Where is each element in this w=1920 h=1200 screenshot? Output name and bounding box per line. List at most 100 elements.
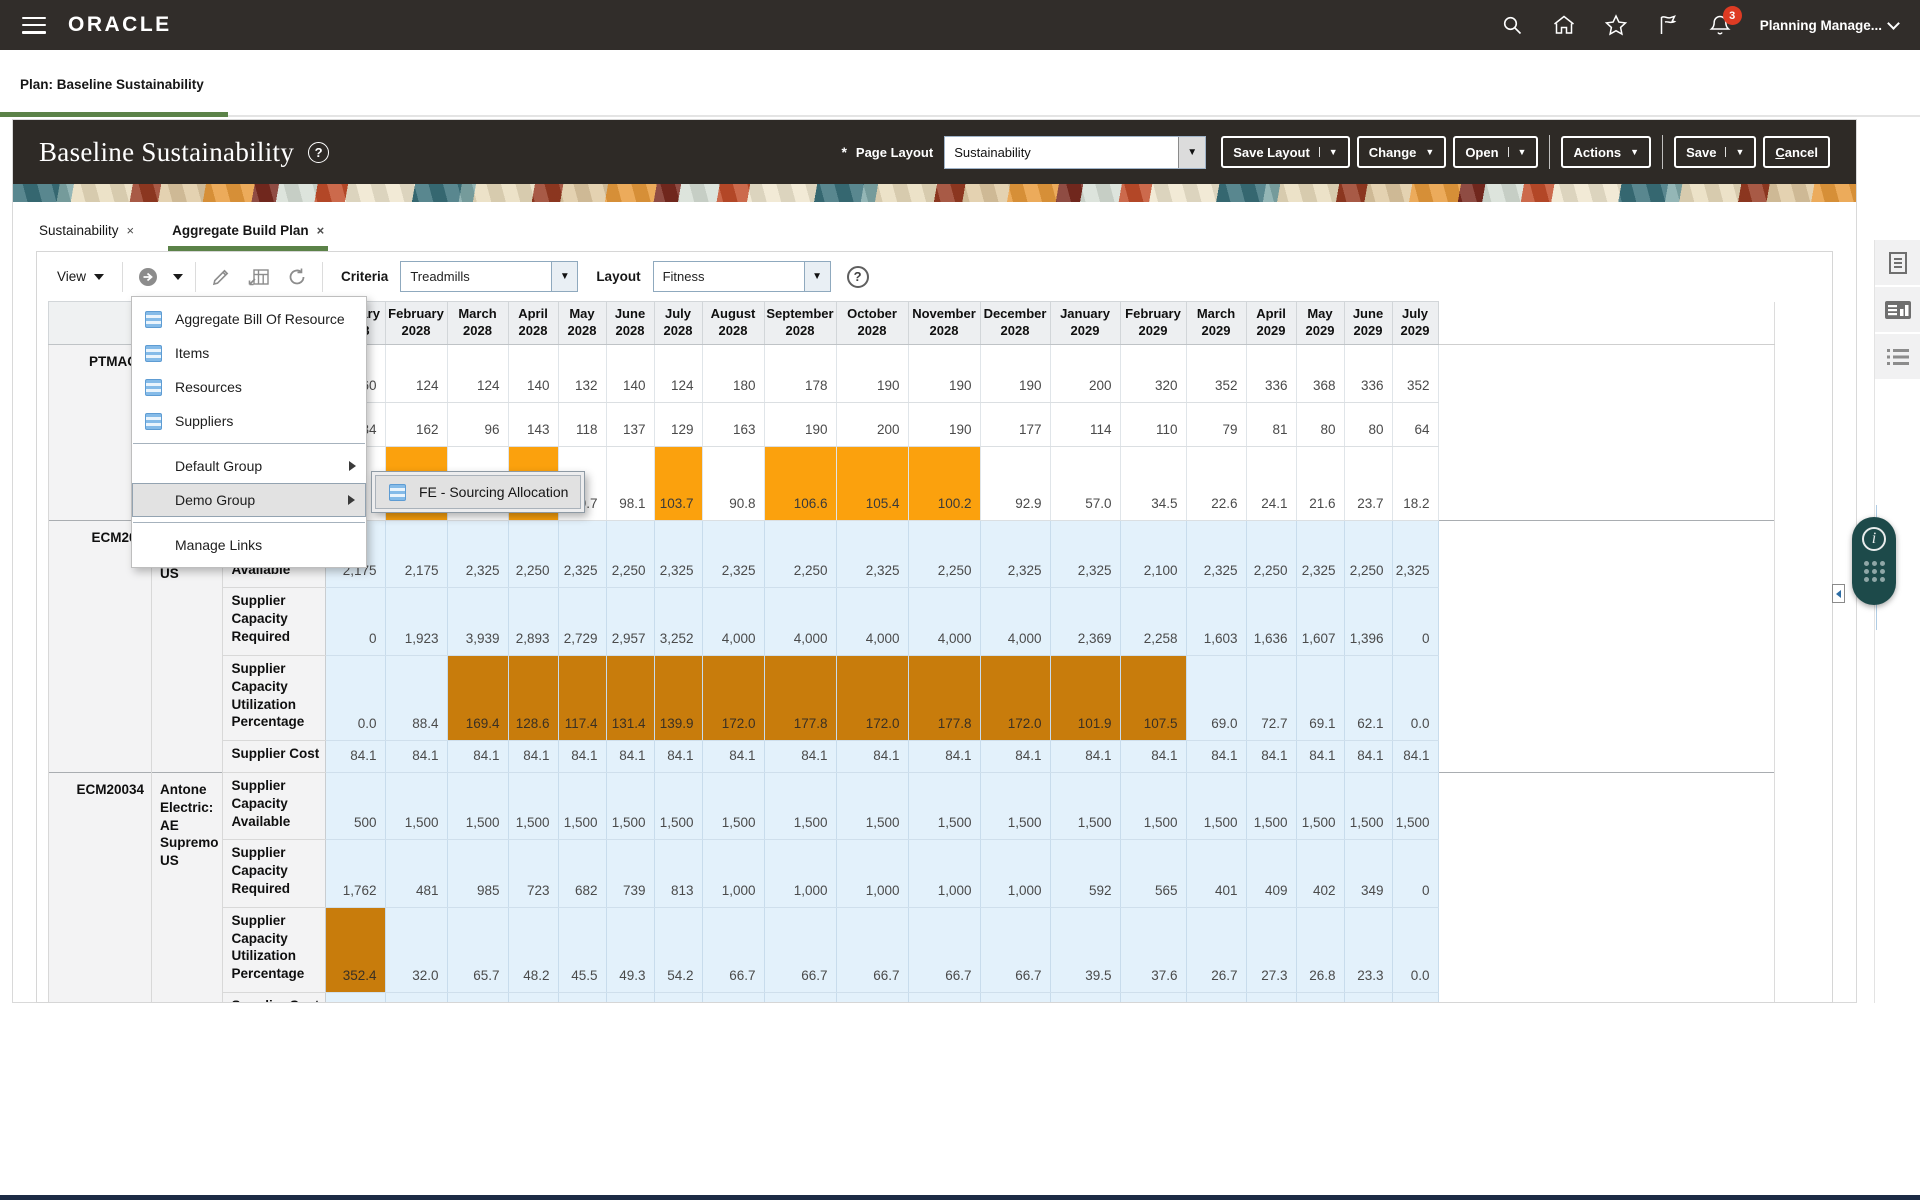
cell-measure-label[interactable]: Supplier Capacity Available — [222, 772, 325, 839]
cell-value[interactable]: 32.0 — [385, 907, 447, 992]
cell-value[interactable]: 1,500 — [1344, 772, 1392, 839]
cell-value[interactable]: 1,500 — [558, 772, 606, 839]
panel-collapse-handle[interactable] — [1832, 584, 1845, 603]
cell-value[interactable]: 92.0 — [1392, 993, 1438, 1003]
cell-value[interactable]: 92.0 — [447, 993, 508, 1003]
cell-value[interactable]: 131.4 — [606, 655, 654, 740]
cell-value[interactable]: 1,000 — [702, 840, 764, 907]
cell-value[interactable]: 162 — [385, 403, 447, 447]
cell-value[interactable]: 84.1 — [385, 741, 447, 773]
cell-value[interactable]: 92.9 — [980, 447, 1050, 521]
cell-value[interactable]: 180 — [702, 345, 764, 403]
favorites-star-icon[interactable] — [1604, 13, 1628, 37]
cell-value[interactable]: 39.5 — [1050, 907, 1120, 992]
cell-value[interactable]: 592 — [1050, 840, 1120, 907]
cell-value[interactable]: 172.0 — [980, 655, 1050, 740]
cell-value[interactable]: 2,369 — [1050, 588, 1120, 655]
view-menu-button[interactable]: View — [51, 269, 110, 284]
cell-measure-label[interactable]: Supplier Capacity Required — [222, 588, 325, 655]
cell-value[interactable]: 4,000 — [980, 588, 1050, 655]
column-header-month[interactable]: March2028 — [447, 302, 508, 345]
tab-aggregate-build-plan[interactable]: Aggregate Build Plan× — [168, 214, 328, 251]
change-button[interactable]: Change▼ — [1357, 136, 1447, 168]
cell-value[interactable]: 128.6 — [508, 655, 558, 740]
menu-item-aggregate-bill-of-resource[interactable]: Aggregate Bill Of Resource — [132, 302, 366, 336]
cell-value[interactable]: 84.1 — [1392, 741, 1438, 773]
cell-value[interactable]: 2,957 — [606, 588, 654, 655]
save-button[interactable]: Save▼ — [1674, 136, 1756, 168]
cell-measure-label[interactable]: Supplier Capacity Utilization Percentage — [222, 655, 325, 740]
cell-value[interactable]: 92.0 — [606, 993, 654, 1003]
cell-value[interactable]: 0 — [325, 588, 385, 655]
cell-value[interactable]: 172.0 — [836, 655, 908, 740]
cell-value[interactable]: 2,325 — [1296, 521, 1344, 588]
cell-value[interactable]: 402 — [1296, 840, 1344, 907]
cell-value[interactable]: 65.7 — [447, 907, 508, 992]
cell-value[interactable]: 2,325 — [836, 521, 908, 588]
tab-sustainability[interactable]: Sustainability× — [35, 214, 138, 251]
cell-value[interactable]: 117.4 — [558, 655, 606, 740]
cell-value[interactable]: 1,500 — [1392, 772, 1438, 839]
cell-value[interactable]: 1,396 — [1344, 588, 1392, 655]
cell-value[interactable]: 48.2 — [508, 907, 558, 992]
cell-value[interactable]: 813 — [654, 840, 702, 907]
side-panel-document-icon[interactable] — [1875, 240, 1920, 285]
cell-value[interactable]: 84.1 — [764, 741, 836, 773]
cell-value[interactable]: 2,250 — [764, 521, 836, 588]
cell-value[interactable]: 69.1 — [1296, 655, 1344, 740]
save-layout-button[interactable]: Save Layout▼ — [1221, 136, 1350, 168]
cell-value[interactable]: 81 — [1246, 403, 1296, 447]
column-header-month[interactable]: January2029 — [1050, 302, 1120, 345]
page-layout-dropdown-arrow[interactable]: ▼ — [1178, 137, 1205, 168]
cell-value[interactable]: 4,000 — [764, 588, 836, 655]
cell-value[interactable]: 1,500 — [1186, 772, 1246, 839]
cell-value[interactable]: 1,500 — [1050, 772, 1120, 839]
cell-value[interactable]: 368 — [1296, 345, 1344, 403]
cell-value[interactable]: 1,603 — [1186, 588, 1246, 655]
cell-value[interactable]: 92.0 — [385, 993, 447, 1003]
actions-dropdown-arrow[interactable]: ▼ — [1630, 147, 1639, 157]
cell-value[interactable]: 409 — [1246, 840, 1296, 907]
cell-value[interactable]: 190 — [980, 345, 1050, 403]
cell-value[interactable]: 2,325 — [1050, 521, 1120, 588]
cell-value[interactable]: 92.0 — [764, 993, 836, 1003]
cell-value[interactable]: 80 — [1296, 403, 1344, 447]
cell-value[interactable]: 2,250 — [1344, 521, 1392, 588]
drill-icon[interactable] — [135, 264, 161, 290]
cell-value[interactable]: 200 — [1050, 345, 1120, 403]
layout-select[interactable]: Fitness ▼ — [653, 261, 831, 292]
cell-value[interactable]: 92.0 — [836, 993, 908, 1003]
drill-dropdown-caret-icon[interactable] — [173, 274, 183, 280]
drag-dots-icon[interactable] — [1864, 561, 1885, 582]
cell-value[interactable]: 98.1 — [606, 447, 654, 521]
cell-measure-label[interactable]: Supplier Capacity Utilization Percentage — [222, 907, 325, 992]
cell-value[interactable]: 0.0 — [1392, 907, 1438, 992]
toolbar-help-icon[interactable]: ? — [847, 266, 869, 288]
column-header-month[interactable]: April2028 — [508, 302, 558, 345]
plan-tab[interactable]: Plan: Baseline Sustainability — [20, 77, 204, 92]
cell-value[interactable]: 92.0 — [1246, 993, 1296, 1003]
cell-value[interactable]: 169.4 — [447, 655, 508, 740]
cell-value[interactable]: 27.3 — [1246, 907, 1296, 992]
cell-value[interactable]: 163 — [702, 403, 764, 447]
cell-value[interactable]: 79 — [1186, 403, 1246, 447]
cell-value[interactable]: 2,893 — [508, 588, 558, 655]
cell-value[interactable]: 2,325 — [447, 521, 508, 588]
column-header-month[interactable]: May2029 — [1296, 302, 1344, 345]
home-icon[interactable] — [1552, 13, 1576, 37]
cell-value[interactable]: 45.5 — [558, 907, 606, 992]
column-header-month[interactable]: August2028 — [702, 302, 764, 345]
user-menu[interactable]: Planning Manage... — [1760, 18, 1898, 33]
menu-item-suppliers[interactable]: Suppliers — [132, 404, 366, 438]
cell-value[interactable]: 62.1 — [1344, 655, 1392, 740]
cell-value[interactable]: 500 — [325, 772, 385, 839]
column-header-month[interactable]: April2029 — [1246, 302, 1296, 345]
cell-value[interactable]: 90.8 — [702, 447, 764, 521]
cell-value[interactable]: 84.1 — [1120, 741, 1186, 773]
cell-value[interactable]: 124 — [385, 345, 447, 403]
cell-value[interactable]: 352 — [1186, 345, 1246, 403]
cell-value[interactable]: 2,258 — [1120, 588, 1186, 655]
column-header-month[interactable]: September2028 — [764, 302, 836, 345]
cell-value[interactable]: 565 — [1120, 840, 1186, 907]
cell-value[interactable]: 88.4 — [385, 655, 447, 740]
